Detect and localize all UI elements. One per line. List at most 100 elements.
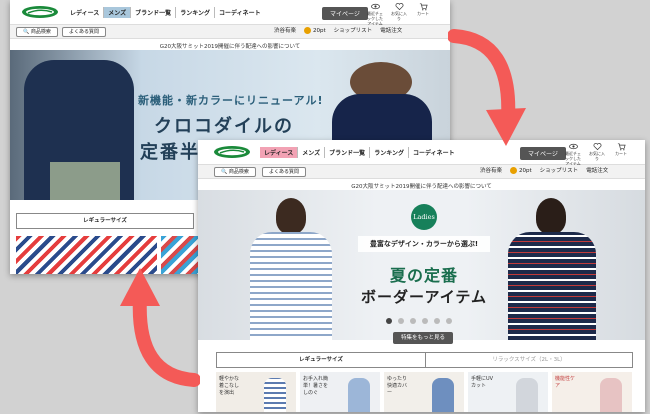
recent-items-link[interactable]: 最近チェックしたアイテム — [366, 2, 384, 26]
card-model — [600, 378, 622, 412]
carousel-dot[interactable] — [386, 318, 392, 324]
hero-line2: クロコダイルの — [154, 116, 294, 137]
points-display: 20pt — [304, 27, 326, 36]
heart-icon — [395, 3, 403, 11]
product-card[interactable]: 機能性ケア — [552, 372, 632, 412]
tab-relax-size[interactable]: リラックスサイズ（2L・3L） — [426, 352, 633, 368]
header-icons: 最近チェックしたアイテム お気に入り カート — [564, 142, 630, 166]
product-search-label: 商品検索 — [30, 29, 51, 35]
hero-title-line1: 夏の定番 — [389, 266, 458, 285]
card-label: ゆったり快適カバー — [387, 376, 408, 396]
recent-items-label: 最近チェックしたアイテム — [367, 11, 383, 26]
product-cards: 軽やかな着こなしを演出 お手入れ簡単！暑さをしのぐ ゆったり快適カバー 手軽にU… — [216, 372, 632, 412]
crocodile-logo[interactable] — [212, 144, 252, 160]
header-icons: 最近チェックしたアイテム お気に入り カート — [366, 2, 432, 26]
product-card[interactable]: 手軽にUVカット — [468, 372, 548, 412]
feature-more-button[interactable]: 特集をもっと見る — [393, 332, 454, 344]
faq-label: よくある質問 — [269, 169, 300, 175]
shoplist-link[interactable]: ショップリスト — [540, 167, 579, 176]
carousel-dot[interactable] — [446, 318, 452, 324]
product-search-button[interactable]: 🔍 商品検索 — [214, 167, 256, 177]
header-bar: レディース メンズ ブランド一覧 ランキング コーディネート マイページ 最近チ… — [198, 140, 645, 166]
main-nav: レディース メンズ ブランド一覧 ランキング コーディネート — [260, 147, 459, 158]
search-icon: 🔍 — [221, 169, 228, 175]
card-model — [348, 378, 370, 412]
nav-brands[interactable]: ブランド一覧 — [130, 7, 175, 18]
product-search-button[interactable]: 🔍 商品検索 — [16, 27, 58, 37]
hero-title-line2: ボーダーアイテム — [361, 288, 487, 306]
coin-icon — [304, 27, 312, 34]
product-card[interactable]: ゆったり快適カバー — [384, 372, 464, 412]
model-pants — [50, 162, 120, 200]
card-model — [516, 378, 538, 412]
product-search-label: 商品検索 — [228, 169, 249, 175]
faq-button[interactable]: よくある質問 — [62, 27, 107, 37]
cart-label: カート — [615, 151, 627, 156]
arrow-right-down-icon — [448, 29, 526, 146]
cart-link[interactable]: カート — [612, 142, 630, 166]
phone-order-link[interactable]: 電話注文 — [586, 167, 608, 176]
eye-icon — [568, 143, 578, 150]
hero-subtitle: 豊富なデザイン・カラーから選ぶ! — [358, 236, 490, 252]
tab-regular-size[interactable]: レギュラーサイズ — [16, 213, 194, 229]
product-card[interactable]: お手入れ簡単！暑さをしのぐ — [300, 372, 380, 412]
size-tabs: レギュラーサイズ リラックスサイズ（2L・3L） — [216, 352, 633, 368]
product-card[interactable]: 軽やかな着こなしを演出 — [216, 372, 296, 412]
nav-mens[interactable]: メンズ — [297, 147, 324, 158]
account-info: 渋谷有楽 20pt ショップリスト 電話注文 — [274, 27, 402, 36]
card-model — [432, 378, 454, 412]
mypage-button[interactable]: マイページ — [322, 7, 368, 20]
carousel-dot[interactable] — [422, 318, 428, 324]
hero-line1: 新機能・新カラーにリニューアル! — [138, 94, 324, 107]
nav-ladies[interactable]: レディース — [260, 147, 298, 158]
nav-ranking[interactable]: ランキング — [175, 7, 214, 18]
model-striped-top-right — [508, 232, 596, 340]
ladies-badge: Ladies — [411, 204, 437, 230]
nav-brands[interactable]: ブランド一覧 — [324, 147, 369, 158]
model-head-left — [276, 198, 306, 234]
card-label: 手軽にUVカット — [471, 376, 494, 389]
account-info: 渋谷有楽 20pt ショップリスト 電話注文 — [480, 167, 608, 176]
nav-ranking[interactable]: ランキング — [369, 147, 408, 158]
main-nav: レディース メンズ ブランド一覧 ランキング コーディネート — [66, 7, 265, 18]
sub-bar: 🔍 商品検索 よくある質問 渋谷有楽 20pt ショップリスト 電話注文 — [198, 165, 645, 179]
phone-order-label: 電話注文 — [586, 168, 609, 174]
size-tabs: レギュラーサイズ — [16, 213, 194, 229]
sub-bar: 🔍 商品検索 よくある質問 渋谷有楽 20pt ショップリスト 電話注文 — [10, 25, 450, 39]
header-bar: レディース メンズ ブランド一覧 ランキング コーディネート マイページ 最近チ… — [10, 0, 450, 26]
heart-icon — [593, 143, 601, 151]
card-model — [264, 378, 286, 412]
tab-regular-size[interactable]: レギュラーサイズ — [216, 352, 426, 368]
favorites-link[interactable]: お気に入り — [390, 2, 408, 26]
carousel-dot[interactable] — [434, 318, 440, 324]
nav-mens[interactable]: メンズ — [103, 7, 131, 18]
coin-icon — [510, 167, 518, 174]
hero-banner[interactable]: Ladies 豊富なデザイン・カラーから選ぶ! 夏の定番 ボーダーアイテム — [198, 190, 645, 340]
cart-link[interactable]: カート — [414, 2, 432, 26]
favorites-label: お気に入り — [391, 11, 407, 21]
search-icon: 🔍 — [23, 29, 30, 35]
eye-icon — [370, 3, 380, 10]
arrow-left-up-icon — [120, 268, 200, 387]
favorites-link[interactable]: お気に入り — [588, 142, 606, 166]
nav-coordinate[interactable]: コーディネート — [214, 7, 265, 18]
shoplist-link[interactable]: ショップリスト — [334, 27, 373, 36]
ladies-page-window: レディース メンズ ブランド一覧 ランキング コーディネート マイページ 最近チ… — [198, 140, 645, 412]
points-value: 20pt — [519, 168, 532, 174]
nav-ladies[interactable]: レディース — [66, 7, 103, 18]
card-label: お手入れ簡単！暑さをしのぐ — [303, 376, 329, 396]
shoplist-label: ショップリスト — [333, 28, 373, 34]
cart-label: カート — [417, 11, 429, 16]
faq-button[interactable]: よくある質問 — [262, 167, 307, 177]
crocodile-logo[interactable] — [20, 4, 60, 20]
recent-items-label: 最近チェックしたアイテム — [565, 151, 581, 166]
carousel-dot[interactable] — [410, 318, 416, 324]
faq-label: よくある質問 — [69, 29, 100, 35]
carousel-dot[interactable] — [398, 318, 404, 324]
phone-order-label: 電話注文 — [380, 28, 403, 34]
carousel-dots — [386, 318, 452, 324]
points-display: 20pt — [510, 167, 532, 176]
phone-order-link[interactable]: 電話注文 — [380, 27, 402, 36]
card-label: 軽やかな着こなしを演出 — [219, 376, 240, 396]
recent-items-link[interactable]: 最近チェックしたアイテム — [564, 142, 582, 166]
